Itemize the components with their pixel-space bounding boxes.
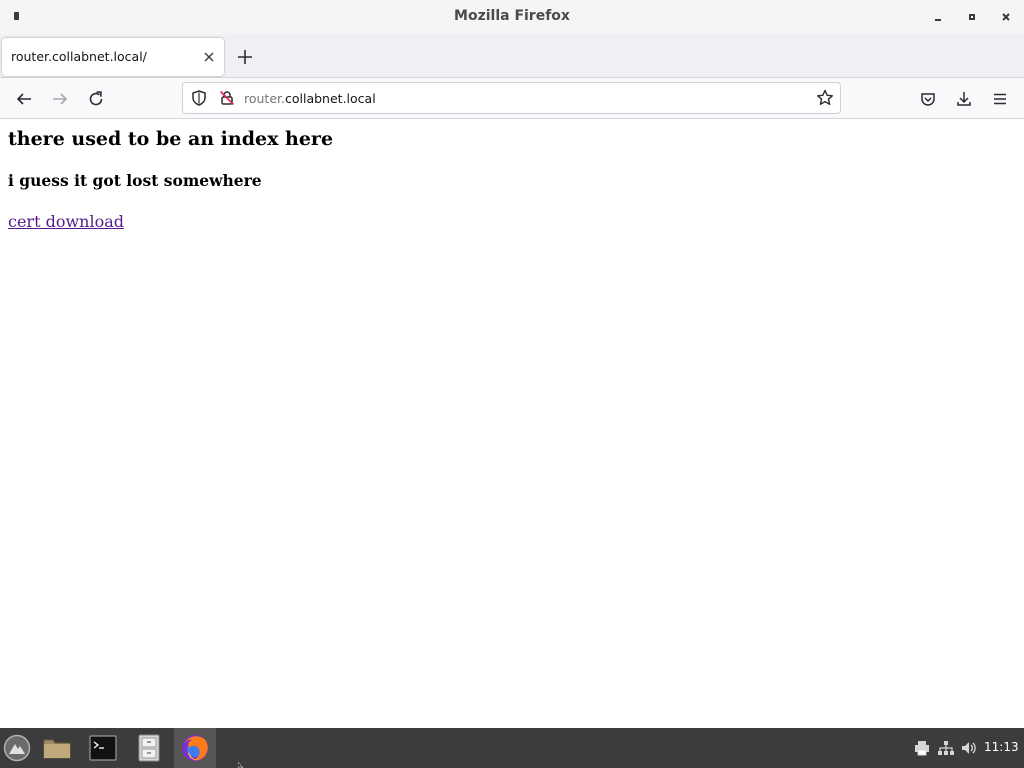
maximize-button[interactable] (962, 8, 982, 26)
close-icon (204, 52, 214, 62)
printer-icon[interactable] (913, 739, 931, 757)
page-content: there used to be an index here i guess i… (0, 120, 1024, 728)
close-icon (1002, 13, 1010, 21)
insecure-lock-icon[interactable] (218, 89, 236, 107)
network-icon[interactable] (937, 739, 955, 757)
download-icon (957, 92, 971, 106)
taskbar-launcher[interactable] (0, 728, 34, 768)
taskbar-clock[interactable]: 11:13 (984, 740, 1019, 754)
taskbar-file-manager[interactable] (36, 728, 78, 768)
taskbar: 11:13 (0, 728, 1024, 768)
forward-arrow-icon (53, 93, 68, 105)
plus-icon (238, 50, 252, 64)
minimize-button[interactable] (928, 8, 948, 26)
downloads-button[interactable] (952, 87, 976, 111)
minimize-icon (935, 19, 941, 21)
url-host-main: collabnet.local (285, 91, 376, 106)
page-subheading: i guess it got lost somewhere (8, 171, 262, 190)
back-button[interactable] (12, 87, 36, 111)
mouse-cursor-icon (238, 762, 244, 768)
tab-strip: router.collabnet.local/ (0, 34, 1024, 78)
page-heading: there used to be an index here (8, 128, 334, 150)
navigation-toolbar: router.collabnet.local (0, 78, 1024, 119)
hamburger-menu-icon (994, 93, 1006, 105)
volume-icon[interactable] (960, 739, 978, 757)
reload-button[interactable] (84, 87, 108, 111)
app-menu-button[interactable] (988, 87, 1012, 111)
close-window-button[interactable] (996, 8, 1016, 26)
pocket-icon (921, 93, 935, 106)
firefox-icon (182, 735, 208, 761)
file-manager-icon (43, 739, 71, 759)
tab-router[interactable]: router.collabnet.local/ (2, 38, 224, 76)
reload-icon (89, 91, 103, 106)
menu-launcher-icon (3, 734, 31, 762)
window-title: Mozilla Firefox (454, 8, 570, 24)
taskbar-terminal[interactable] (82, 728, 124, 768)
file-cabinet-icon (138, 734, 160, 762)
url-text[interactable]: router.collabnet.local (244, 91, 376, 106)
star-icon (817, 89, 833, 105)
tab-label: router.collabnet.local/ (11, 49, 147, 64)
taskbar-firefox[interactable] (174, 728, 216, 768)
cert-download-link[interactable]: cert download (8, 212, 124, 231)
terminal-icon (89, 735, 117, 761)
tracking-protection-icon[interactable] (190, 89, 208, 107)
url-host-prefix: router. (244, 91, 285, 106)
forward-button[interactable] (48, 87, 72, 111)
address-bar[interactable]: router.collabnet.local (182, 82, 841, 114)
back-arrow-icon (16, 93, 31, 105)
window-titlebar: Mozilla Firefox (0, 0, 1024, 34)
taskbar-file-cabinet[interactable] (128, 728, 170, 768)
maximize-icon (969, 14, 975, 20)
pocket-button[interactable] (916, 87, 940, 111)
tab-close-button[interactable] (200, 48, 218, 66)
bookmark-star-button[interactable] (815, 88, 835, 108)
new-tab-button[interactable] (234, 46, 256, 68)
